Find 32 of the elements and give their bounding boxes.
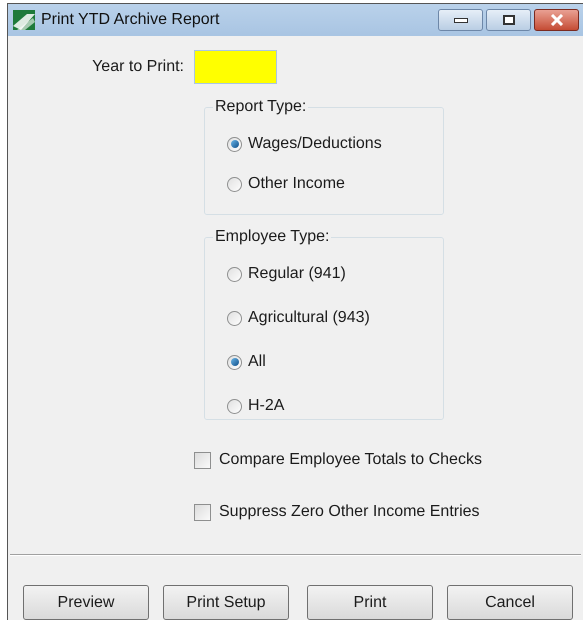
radio-label: Wages/Deductions — [248, 134, 382, 154]
dialog-button[interactable]: Preview — [23, 585, 149, 620]
logo-icon — [13, 10, 35, 30]
checkbox-label: Compare Employee Totals to Checks — [219, 450, 482, 470]
radio-button[interactable] — [227, 136, 242, 152]
radio-button[interactable] — [227, 266, 242, 282]
year-input-field[interactable] — [194, 50, 277, 84]
radio-label: Regular (941) — [248, 264, 346, 284]
close-icon — [550, 14, 564, 26]
radio-button[interactable] — [227, 310, 242, 326]
maximize-icon — [502, 15, 514, 25]
group-title: Employee Type: — [213, 227, 332, 247]
radio-button[interactable] — [227, 354, 242, 370]
dialog-button[interactable]: Print Setup — [163, 585, 289, 620]
radio-label: Agricultural (943) — [248, 308, 370, 328]
maximize-button[interactable] — [486, 9, 531, 31]
group-title: Report Type: — [213, 97, 308, 117]
radio-button[interactable] — [227, 398, 242, 414]
checkbox[interactable] — [194, 452, 211, 468]
radio-label: Other Income — [248, 174, 345, 194]
checkbox[interactable] — [194, 504, 211, 520]
radio-label: H-2A — [248, 396, 284, 416]
window-title: Print YTD Archive Report — [41, 10, 220, 30]
field-label: Year to Print: — [91, 57, 184, 77]
radio-button[interactable] — [227, 176, 242, 192]
checkbox-label: Suppress Zero Other Income Entries — [219, 502, 480, 522]
close-button[interactable] — [534, 9, 579, 31]
dialog-button[interactable]: Cancel — [447, 585, 573, 620]
dialog-button[interactable]: Print — [307, 585, 433, 620]
minimize-button[interactable] — [438, 9, 483, 31]
radio-label: All — [248, 352, 266, 372]
minimize-icon — [454, 18, 468, 22]
